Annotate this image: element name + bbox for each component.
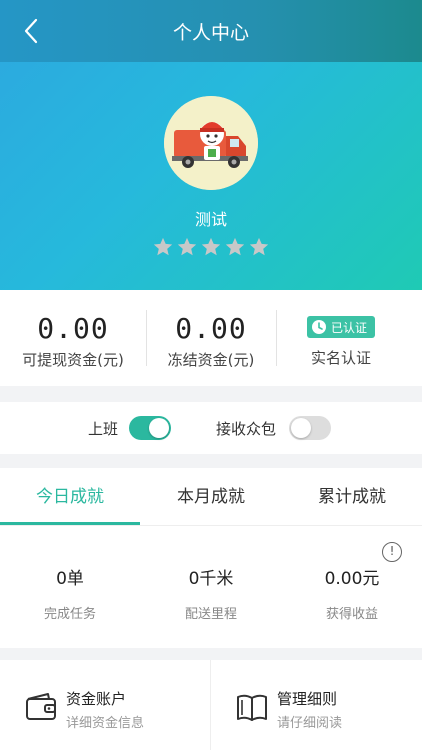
metric-distance: 0千米 配送里程 <box>141 564 281 622</box>
status-toggles: 上班 接收众包 <box>0 402 422 454</box>
work-toggle-label: 上班 <box>88 420 119 438</box>
tab-divider <box>0 525 422 526</box>
frozen-funds[interactable]: 0.00 冻结资金(元) <box>146 290 276 386</box>
metric-earnings: 0.00元 获得收益 <box>282 564 422 622</box>
earnings-label: 获得收益 <box>325 607 378 622</box>
book-icon <box>237 694 267 721</box>
fund-account-title: 资金账户 <box>66 690 127 708</box>
fund-account-entry[interactable]: 资金账户 详细资金信息 <box>0 660 210 750</box>
distance-label: 配送里程 <box>184 607 237 622</box>
achievements-panel: 今日成就 本月成就 累计成就 ! 0单 完成任务 0千米 配送里程 0.00元 … <box>0 468 422 648</box>
tab-today[interactable]: 今日成就 <box>0 468 140 526</box>
management-rules-title: 管理细则 <box>277 690 338 708</box>
real-name-verification[interactable]: 已认证 实名认证 <box>276 290 406 386</box>
star-icon <box>153 237 173 256</box>
user-name: 测试 <box>194 210 227 229</box>
withdrawable-label: 可提现资金(元) <box>22 351 124 369</box>
star-icon <box>225 237 245 256</box>
avatar[interactable] <box>164 96 258 190</box>
top-bar: 个人中心 <box>0 0 422 62</box>
work-toggle[interactable] <box>129 416 171 440</box>
star-icon <box>201 237 221 256</box>
verified-badge-text: 已认证 <box>330 320 367 335</box>
earnings-value: 0.00元 <box>324 569 380 589</box>
tasks-label: 完成任务 <box>43 607 96 622</box>
star-icon <box>249 237 269 256</box>
wallet-icon <box>26 693 56 720</box>
management-rules-subtitle: 请仔细阅读 <box>277 716 343 731</box>
clock-icon <box>311 320 326 334</box>
tab-month[interactable]: 本月成就 <box>141 468 281 526</box>
bottom-entries: 资金账户 详细资金信息 管理细则 请仔细阅读 <box>0 660 422 750</box>
info-icon[interactable]: ! <box>382 542 402 562</box>
funds-panel: 0.00 可提现资金(元) 0.00 冻结资金(元) 已认证 实名认证 <box>0 290 422 386</box>
page-title: 个人中心 <box>172 22 249 44</box>
fund-account-subtitle: 详细资金信息 <box>66 716 145 731</box>
withdrawable-amount: 0.00 <box>37 312 109 345</box>
metric-tasks: 0单 完成任务 <box>0 564 140 622</box>
tasks-value: 0单 <box>56 569 84 589</box>
frozen-label: 冻结资金(元) <box>167 351 255 369</box>
withdrawable-funds[interactable]: 0.00 可提现资金(元) <box>0 290 146 386</box>
verified-badge: 已认证 <box>306 316 375 338</box>
tab-total[interactable]: 累计成就 <box>282 468 422 526</box>
active-tab-indicator <box>0 522 140 525</box>
frozen-amount: 0.00 <box>175 312 247 345</box>
distance-value: 0千米 <box>188 569 234 589</box>
rating-stars <box>0 236 422 258</box>
delivery-truck-avatar-icon <box>164 96 258 190</box>
crowdsource-toggle-label: 接收众包 <box>216 420 277 438</box>
verification-label: 实名认证 <box>310 349 371 367</box>
profile-header: 个人中心 测试 <box>0 0 422 290</box>
management-rules-entry[interactable]: 管理细则 请仔细阅读 <box>211 660 421 750</box>
crowdsource-toggle[interactable] <box>289 416 331 440</box>
star-icon <box>177 237 197 256</box>
